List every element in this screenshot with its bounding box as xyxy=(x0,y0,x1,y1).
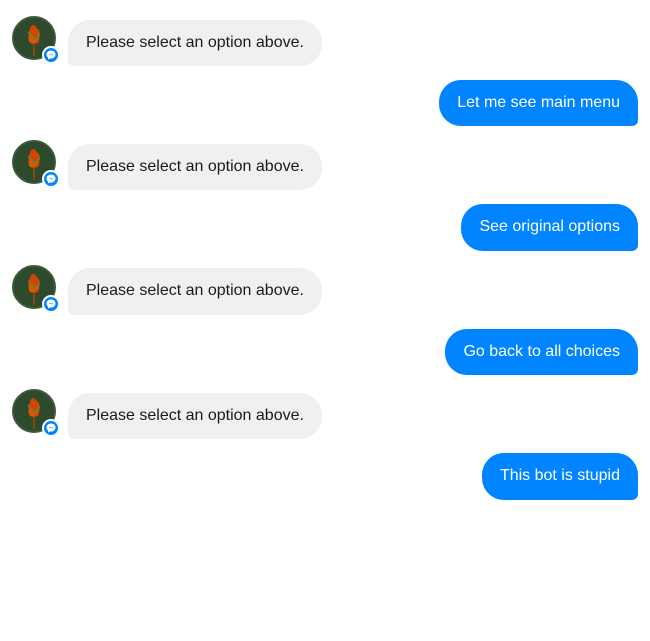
bot-bubble-3: Please select an option above. xyxy=(68,268,322,314)
chat-row-bot-4: Please select an option above. xyxy=(12,389,638,439)
user-message-text-4: This bot is stupid xyxy=(500,467,620,484)
bot-avatar-1 xyxy=(12,16,60,64)
bot-message-text-1: Please select an option above. xyxy=(86,34,304,51)
bot-avatar-3 xyxy=(12,265,60,313)
user-message-text-1: Let me see main menu xyxy=(457,94,620,111)
user-bubble-4: This bot is stupid xyxy=(482,453,638,499)
messenger-icon-4 xyxy=(46,423,56,433)
messenger-badge-4 xyxy=(42,419,60,437)
chat-row-bot-3: Please select an option above. xyxy=(12,265,638,315)
messenger-badge-3 xyxy=(42,295,60,313)
chat-row-bot-1: Please select an option above. xyxy=(12,16,638,66)
messenger-icon xyxy=(46,50,56,60)
user-message-text-3: Go back to all choices xyxy=(463,343,620,360)
messenger-badge-2 xyxy=(42,170,60,188)
bot-bubble-1: Please select an option above. xyxy=(68,20,322,66)
chat-row-user-4: This bot is stupid xyxy=(12,453,638,499)
chat-row-bot-2: Please select an option above. xyxy=(12,140,638,190)
bot-bubble-2: Please select an option above. xyxy=(68,144,322,190)
chat-row-user-3: Go back to all choices xyxy=(12,329,638,375)
bot-message-text-3: Please select an option above. xyxy=(86,282,304,299)
user-message-text-2: See original options xyxy=(479,218,620,235)
bot-bubble-4: Please select an option above. xyxy=(68,393,322,439)
messenger-icon-3 xyxy=(46,299,56,309)
messenger-icon-2 xyxy=(46,174,56,184)
bot-avatar-2 xyxy=(12,140,60,188)
bot-message-text-2: Please select an option above. xyxy=(86,158,304,175)
user-bubble-2: See original options xyxy=(461,204,638,250)
messenger-badge xyxy=(42,46,60,64)
bot-avatar-4 xyxy=(12,389,60,437)
chat-row-user-2: See original options xyxy=(12,204,638,250)
bot-message-text-4: Please select an option above. xyxy=(86,407,304,424)
user-bubble-3: Go back to all choices xyxy=(445,329,638,375)
user-bubble-1: Let me see main menu xyxy=(439,80,638,126)
chat-row-user-1: Let me see main menu xyxy=(12,80,638,126)
